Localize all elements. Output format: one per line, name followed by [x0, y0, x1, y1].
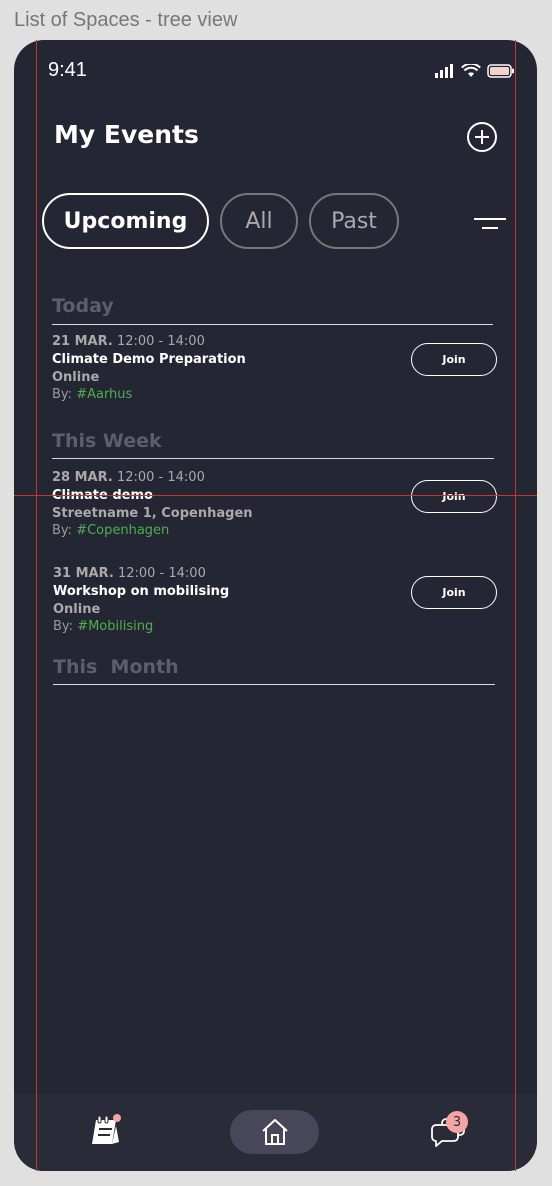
join-button[interactable]: Join — [411, 343, 497, 376]
event-item: 31 MAR. 12:00 - 14:00 Workshop on mobili… — [53, 565, 498, 635]
event-date: 31 MAR. — [53, 566, 114, 581]
filter-icon[interactable] — [472, 212, 508, 236]
section-title-this-month: This Month — [53, 656, 179, 678]
page-title: My Events — [54, 120, 199, 149]
tab-past[interactable]: Past — [309, 193, 399, 249]
event-time: 12:00 - 14:00 — [117, 566, 206, 581]
wifi-icon — [461, 64, 481, 77]
section-title-this-week: This Week — [52, 430, 162, 452]
status-icons — [435, 64, 515, 78]
layout-guide-horizontal — [14, 495, 537, 496]
event-time: 12:00 - 14:00 — [116, 470, 205, 485]
home-button[interactable] — [230, 1110, 319, 1154]
section-divider — [53, 684, 495, 685]
layout-guide-vertical — [515, 40, 516, 1171]
event-item: 21 MAR. 12:00 - 14:00 Climate Demo Prepa… — [52, 333, 497, 403]
section-divider — [52, 324, 493, 325]
event-by-label: By: — [53, 619, 74, 634]
event-tag[interactable]: #Copenhagen — [76, 523, 169, 538]
event-date: 21 MAR. — [52, 334, 113, 349]
tab-upcoming[interactable]: Upcoming — [42, 193, 209, 249]
event-time: 12:00 - 14:00 — [116, 334, 205, 349]
chat-badge: 3 — [446, 1111, 468, 1133]
event-tag[interactable]: #Mobilising — [77, 619, 153, 634]
layout-guide-vertical — [36, 40, 37, 1171]
calendar-notepad-icon[interactable] — [90, 1114, 124, 1148]
section-divider — [52, 458, 494, 459]
event-organizer: By: #Mobilising — [53, 618, 498, 635]
battery-icon — [487, 64, 514, 78]
status-time: 9:41 — [48, 59, 87, 81]
frame-title: List of Spaces - tree view — [14, 9, 238, 31]
signal-icon — [435, 64, 453, 78]
event-by-label: By: — [52, 387, 73, 402]
event-item: 28 MAR. 12:00 - 14:00 Climate demo Stree… — [52, 469, 497, 539]
event-by-label: By: — [52, 523, 73, 538]
plus-circle-icon — [475, 130, 489, 144]
add-event-button[interactable] — [467, 122, 497, 152]
join-button[interactable]: Join — [411, 480, 497, 513]
join-button[interactable]: Join — [411, 576, 497, 609]
home-icon — [261, 1119, 288, 1145]
event-tabs: Upcoming All Past — [42, 193, 399, 249]
phone-screen: 9:41 My Events Upcoming All Past Today 2… — [14, 40, 537, 1171]
event-organizer: By: #Copenhagen — [52, 522, 497, 539]
event-tag[interactable]: #Aarhus — [76, 387, 132, 402]
tab-all[interactable]: All — [220, 193, 298, 249]
bottom-nav: 3 — [14, 1094, 537, 1171]
section-title-today: Today — [52, 295, 114, 317]
event-date: 28 MAR. — [52, 470, 113, 485]
event-organizer: By: #Aarhus — [52, 386, 497, 403]
